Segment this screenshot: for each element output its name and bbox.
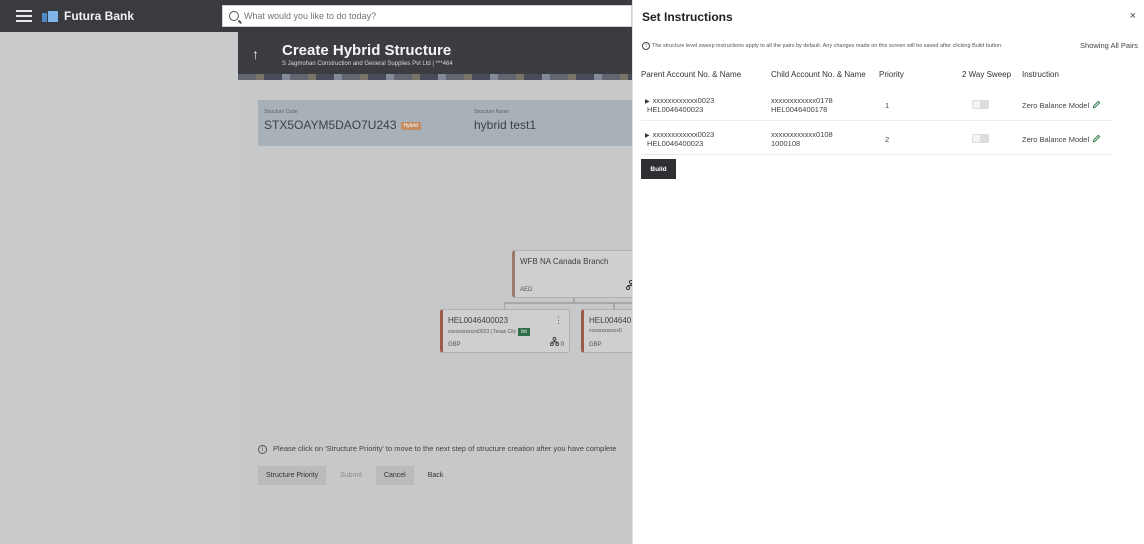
node-title: WFB NA Canada Branch xyxy=(520,257,609,266)
filter-showing-all-pairs[interactable]: Showing All Pairs xyxy=(1080,41,1138,50)
tree-node-child[interactable]: HEL0046400023 ⋮ xxxxxxxxxxxx0023 | Texas… xyxy=(440,309,570,353)
info-icon: i xyxy=(642,42,650,50)
page-header: ↑ Create Hybrid Structure S Jagmohan Con… xyxy=(238,32,632,80)
build-button[interactable]: Build xyxy=(641,159,676,179)
two-way-sweep-cell xyxy=(962,87,1022,121)
two-way-sweep-toggle[interactable] xyxy=(972,99,989,109)
structure-code: STX5OAYM5DAO7U243 Hybrid xyxy=(264,118,421,132)
back-button[interactable]: Back xyxy=(420,466,452,485)
back-arrow-icon[interactable]: ↑ xyxy=(252,46,259,62)
instruction-cell: Zero Balance Model xyxy=(1022,120,1092,155)
structure-name: hybrid test1 xyxy=(474,118,537,132)
panel-title: Set Instructions xyxy=(642,10,733,24)
instruction-cell: Zero Balance Model xyxy=(1022,87,1092,121)
info-icon: i xyxy=(258,444,267,454)
child-account-cell: xxxxxxxxxxxx0108 1000108 xyxy=(771,120,879,155)
more-options-icon[interactable]: ⋮ xyxy=(554,315,563,326)
bank-logo-icon xyxy=(42,10,58,22)
table-row: ▶ xxxxxxxxxxxx0023 HEL0046400023 xxxxxxxx… xyxy=(641,87,1113,121)
action-buttons: Structure Priority Submit Cancel Back xyxy=(258,466,451,485)
parent-account-cell: ▶ xxxxxxxxxxxx0023 HEL0046400023 xyxy=(641,120,771,155)
child-count[interactable]: 0 xyxy=(549,336,564,348)
tree-node-root[interactable]: WFB NA Canada Branch AED xyxy=(512,250,642,298)
two-way-sweep-cell xyxy=(962,120,1022,155)
instruction-note: i The structure level sweep instructions … xyxy=(642,42,1022,50)
edit-cell xyxy=(1092,87,1113,121)
brand-logo[interactable]: Futura Bank xyxy=(42,9,134,23)
column-header: Instruction xyxy=(1022,70,1059,79)
page-title: Create Hybrid Structure xyxy=(282,42,452,59)
column-header: Parent Account No. & Name xyxy=(641,70,742,79)
child-account-cell: xxxxxxxxxxxx0178 HEL0046400178 xyxy=(771,87,879,121)
node-title: HEL0046400023 xyxy=(448,316,509,325)
node-currency: GBP xyxy=(448,342,461,348)
edit-icon[interactable] xyxy=(1092,100,1101,111)
cancel-button[interactable]: Cancel xyxy=(375,466,414,485)
node-account: xxxxxxxxxxxx0023 | Texas City Int xyxy=(448,328,530,336)
brand-name: Futura Bank xyxy=(64,9,135,23)
priority-cell: 2 xyxy=(879,120,962,155)
column-header: 2 Way Sweep xyxy=(962,70,1012,79)
info-hint: i Please click on 'Structure Priority' to… xyxy=(258,444,616,454)
top-bar: Futura Bank xyxy=(0,0,632,32)
structure-name-label: Structure Name xyxy=(474,109,510,115)
sidebar-area xyxy=(0,32,238,544)
structure-priority-button[interactable]: Structure Priority xyxy=(258,466,327,485)
two-way-sweep-toggle[interactable] xyxy=(972,133,989,143)
node-currency: AED xyxy=(520,287,533,293)
priority-cell: 1 xyxy=(879,87,962,121)
parent-account-cell: ▶ xxxxxxxxxxxx0023 HEL0046400023 xyxy=(641,87,771,121)
column-header: Priority xyxy=(879,70,904,79)
page-subtitle: S Jagmohan Construction and General Supp… xyxy=(282,61,453,67)
edit-cell xyxy=(1092,120,1113,155)
search-icon xyxy=(229,11,239,21)
hierarchy-icon xyxy=(549,336,560,347)
tree-node-child[interactable]: HEL004640 xxxxxxxxxxxx0 GBP xyxy=(581,309,632,353)
set-instructions-panel: Set Instructions × i The structure level … xyxy=(632,0,1144,544)
structure-type-badge: Hybrid xyxy=(400,121,421,130)
search-bar[interactable] xyxy=(222,5,632,27)
node-title: HEL004640 xyxy=(589,316,632,325)
table-row: ▶ xxxxxxxxxxxx0023 HEL0046400023 xxxxxxxx… xyxy=(641,120,1113,155)
int-badge: Int xyxy=(518,328,530,336)
edit-icon[interactable] xyxy=(1092,134,1101,145)
submit-button[interactable]: Submit xyxy=(332,466,370,485)
menu-icon[interactable] xyxy=(16,10,32,22)
table-header-row: Parent Account No. & Name Child Account … xyxy=(641,66,1113,87)
close-icon[interactable]: × xyxy=(1130,10,1136,22)
node-account: xxxxxxxxxxxx0 xyxy=(589,328,622,334)
main-content: Structure Code STX5OAYM5DAO7U243 Hybrid S… xyxy=(238,80,642,544)
node-currency: GBP xyxy=(589,342,602,348)
column-header: Child Account No. & Name xyxy=(771,70,866,79)
search-input[interactable] xyxy=(244,11,604,21)
instructions-table: Parent Account No. & Name Child Account … xyxy=(641,66,1113,155)
structure-code-label: Structure Code xyxy=(264,109,298,115)
structure-info-card: Structure Code STX5OAYM5DAO7U243 Hybrid S… xyxy=(258,100,632,146)
